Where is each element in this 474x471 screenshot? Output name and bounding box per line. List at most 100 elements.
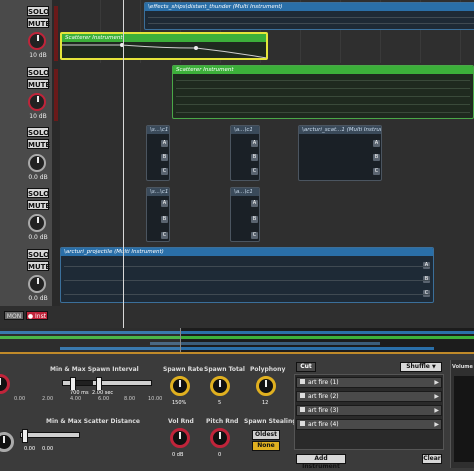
monitor-row: [0, 306, 474, 328]
volume-value: 0.0 dB: [28, 295, 48, 302]
remove-icon[interactable]: [300, 379, 305, 384]
mute-button[interactable]: MUTE: [27, 139, 50, 149]
clip-multi-a[interactable]: \s...\c1 A B C: [146, 187, 170, 242]
slot-c[interactable]: C: [251, 168, 258, 175]
automation-curve[interactable]: [62, 42, 268, 60]
volume-knob[interactable]: [28, 32, 46, 50]
play-icon[interactable]: ▶: [434, 406, 439, 415]
clip-distant-thunder[interactable]: \effects_ships\distant_thunder (Multi In…: [144, 2, 474, 30]
volume-knob[interactable]: [28, 214, 46, 232]
vol-rnd-knob[interactable]: [170, 428, 190, 448]
record-instrument-button[interactable]: ● Inst: [26, 311, 48, 320]
slot-c[interactable]: C: [161, 232, 168, 239]
volume-value: 10 dB: [29, 52, 47, 59]
instrument-item[interactable]: art fire (4) ▶: [296, 419, 442, 430]
left-knob[interactable]: [0, 432, 14, 452]
spawn-rate-knob[interactable]: [170, 376, 190, 396]
timeline-overview[interactable]: [0, 328, 474, 352]
mute-button[interactable]: MUTE: [27, 79, 50, 89]
chevron-down-icon: ▼: [431, 364, 436, 370]
solo-button[interactable]: SOLO: [27, 188, 49, 198]
stealing-oldest-button[interactable]: Oldest: [252, 430, 280, 440]
volume-knob[interactable]: [28, 154, 46, 172]
slot-c[interactable]: C: [373, 168, 380, 175]
slot-b[interactable]: B: [251, 216, 258, 223]
clip-multi-a[interactable]: \s...\c1 A B C: [146, 125, 170, 181]
clip-title: \arcturi_projectile (Multi Instrument): [61, 248, 433, 256]
tick: 2.00: [42, 396, 54, 402]
play-icon[interactable]: ▶: [434, 392, 439, 401]
spawn-rate-value: 150%: [172, 400, 187, 406]
clip-multi-b[interactable]: \a...\c1 A B C: [230, 125, 260, 181]
mute-button[interactable]: MUTE: [27, 18, 50, 28]
slot-a[interactable]: A: [251, 200, 258, 207]
slider-handle[interactable]: [96, 377, 102, 391]
add-instrument-button[interactable]: Add Instrument: [296, 454, 346, 470]
instrument-label: art fire (2): [308, 393, 339, 400]
monitor-button[interactable]: MON: [4, 311, 24, 320]
spawn-total-knob[interactable]: [210, 376, 230, 396]
slider-handle[interactable]: [70, 377, 76, 391]
solo-button[interactable]: SOLO: [27, 6, 49, 16]
tick: 8.00: [124, 396, 136, 402]
shuffle-dropdown[interactable]: Shuffle ▼: [400, 362, 442, 372]
clip-arcturi-projectile[interactable]: \arcturi_projectile (Multi Instrument) A…: [60, 247, 434, 303]
remove-icon[interactable]: [300, 421, 305, 426]
clip-multi-b[interactable]: \a...\c1 A B C: [230, 187, 260, 242]
solo-button[interactable]: SOLO: [27, 127, 49, 137]
instrument-item[interactable]: art fire (2) ▶: [296, 391, 442, 402]
tick: 0.00: [14, 396, 26, 402]
mute-button[interactable]: MUTE: [27, 261, 50, 271]
clip-scatterer[interactable]: Scatterer Instrument: [172, 65, 474, 119]
instrument-label: art fire (1): [308, 379, 339, 386]
left-knob[interactable]: [0, 374, 10, 394]
spawn-stealing-label: Spawn Stealing: [244, 418, 297, 425]
volume-knob[interactable]: [28, 93, 46, 111]
slot-b[interactable]: B: [161, 154, 168, 161]
pitch-rnd-value: 0: [218, 452, 222, 458]
clear-button[interactable]: Clear: [422, 454, 442, 464]
play-icon[interactable]: ▶: [434, 420, 439, 429]
slot-c[interactable]: C: [251, 232, 258, 239]
slider-handle[interactable]: [22, 429, 28, 443]
level-meter: [52, 123, 60, 185]
volume-label: Volume: [452, 364, 473, 370]
tick: 6.00: [98, 396, 110, 402]
volume-value: 10 dB: [29, 113, 47, 120]
polyphony-knob[interactable]: [256, 376, 276, 396]
solo-button[interactable]: SOLO: [27, 67, 49, 77]
slot-a[interactable]: A: [161, 200, 168, 207]
track-4: SOLO MUTE 0.0 dB \s...\c1 A B C \a...\c1…: [0, 185, 474, 246]
mute-button[interactable]: MUTE: [27, 200, 50, 210]
track-3: SOLO MUTE 0.0 dB \s...\c1 A B C \a...\c1…: [0, 123, 474, 186]
clip-scatterer-selected[interactable]: Scatterer Instrument: [60, 32, 268, 60]
instrument-label: art fire (3): [308, 407, 339, 414]
vol-rnd-label: Vol Rnd: [168, 418, 194, 425]
slot-b[interactable]: B: [373, 154, 380, 161]
slot-c[interactable]: C: [161, 168, 168, 175]
spawn-interval-label: Min & Max Spawn Interval: [50, 366, 139, 373]
level-meter: [52, 185, 60, 245]
volume-knob[interactable]: [28, 275, 46, 293]
scatterer-panel: Min & Max Spawn Interval 700 ms 2.00 sec…: [0, 352, 474, 471]
scatter-distance-slider[interactable]: [20, 432, 80, 438]
slot-a[interactable]: A: [161, 140, 168, 147]
clip-title: Scatterer Instrument: [173, 66, 473, 74]
play-icon[interactable]: ▶: [434, 378, 439, 387]
slot-b[interactable]: B: [161, 216, 168, 223]
pitch-rnd-knob[interactable]: [210, 428, 230, 448]
slot-a[interactable]: A: [251, 140, 258, 147]
instrument-label: art fire (4): [308, 421, 339, 428]
instrument-item[interactable]: art fire (1) ▶: [296, 377, 442, 388]
clip-title: \s...\c1: [147, 188, 169, 196]
clip-multi-c[interactable]: \arcturi_scat...1 (Multi Instrume A B C: [298, 125, 382, 181]
stealing-none-button[interactable]: None: [252, 441, 280, 451]
solo-button[interactable]: SOLO: [27, 249, 49, 259]
cut-button[interactable]: Cut: [296, 362, 316, 372]
instrument-item[interactable]: art fire (3) ▶: [296, 405, 442, 416]
slot-a[interactable]: A: [373, 140, 380, 147]
slot-b[interactable]: B: [251, 154, 258, 161]
playhead[interactable]: [123, 0, 124, 328]
remove-icon[interactable]: [300, 407, 305, 412]
remove-icon[interactable]: [300, 393, 305, 398]
